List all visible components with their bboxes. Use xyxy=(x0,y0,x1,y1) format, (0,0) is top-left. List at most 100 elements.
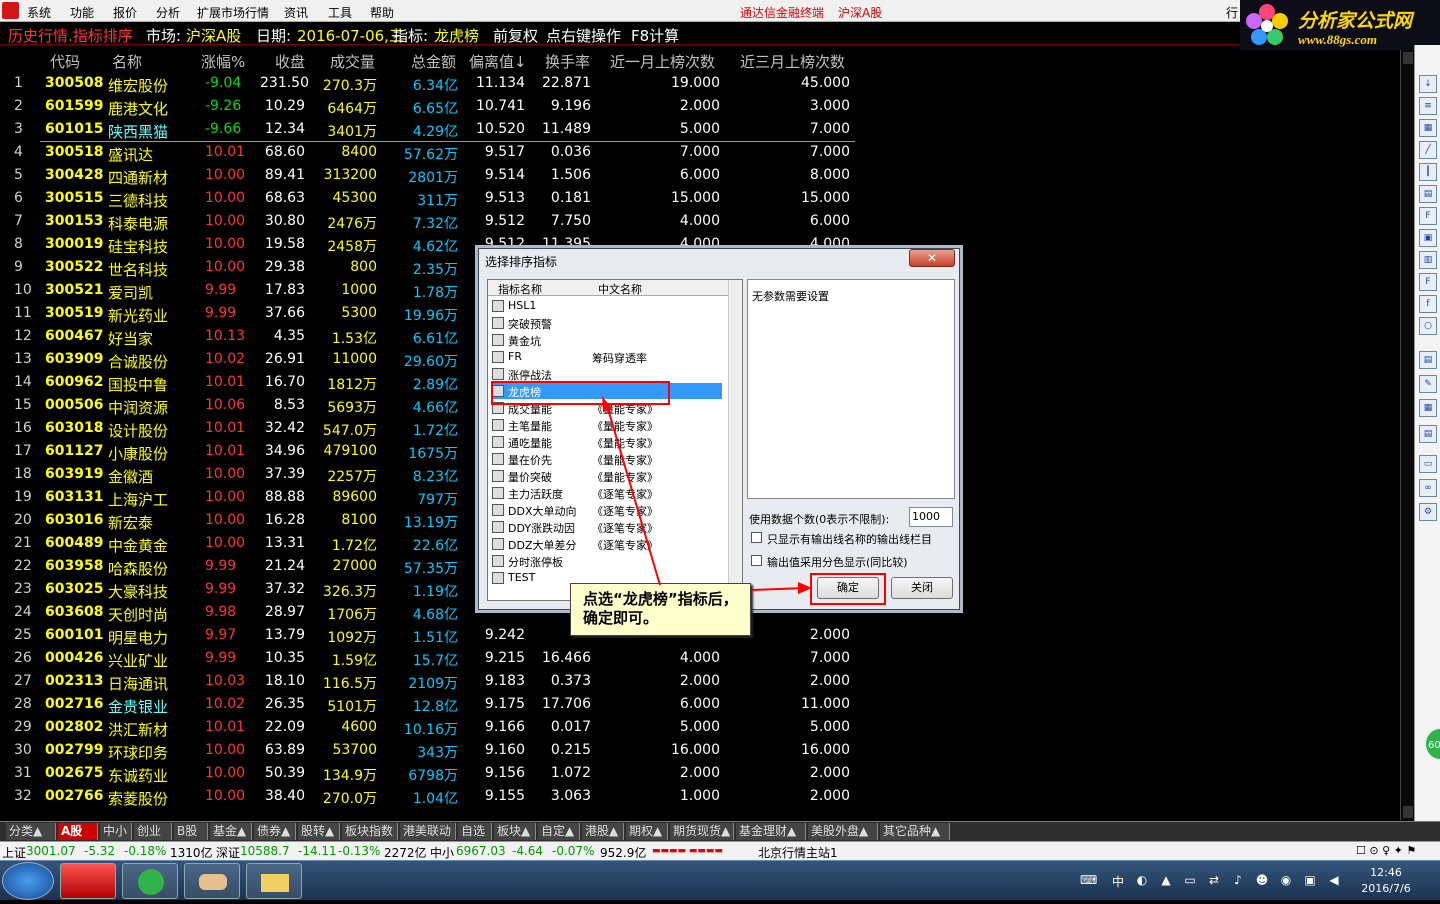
toolbar-box-icon[interactable]: ▣ xyxy=(1419,229,1437,247)
market-tab[interactable]: 其它品种▲ xyxy=(880,823,950,840)
keyboard-icon[interactable]: ⌨ xyxy=(1080,873,1097,889)
col-change-pct[interactable]: 涨幅% xyxy=(201,51,245,72)
tray-device-icon[interactable]: ▭ xyxy=(1182,873,1198,889)
toolbar-folder-icon[interactable]: ▭ xyxy=(1419,455,1437,473)
tray-qq-icon[interactable]: ☻ xyxy=(1254,873,1270,889)
indicator-item[interactable]: DDZ大单差分 《逐笔专家》 xyxy=(492,536,722,552)
toolbar-arrow-icon[interactable]: ↓ xyxy=(1419,75,1437,93)
col-close[interactable]: 收盘 xyxy=(275,51,305,72)
table-row[interactable]: 5 300428 四通新材 10.00 89.41 313200 2801万 9.514 1.5… xyxy=(0,165,860,188)
market-tab[interactable]: 板块▲ xyxy=(494,823,536,840)
menu-info[interactable]: 资讯 xyxy=(284,4,308,21)
market-tab[interactable]: 期货现货▲ xyxy=(670,823,734,840)
menu-system[interactable]: 系统 xyxy=(27,4,51,21)
indicator-item[interactable]: 通吃量能 《量能专家》 xyxy=(492,434,722,450)
market-tab[interactable]: 债券▲ xyxy=(254,823,296,840)
tray-network-icon[interactable]: ⇄ xyxy=(1206,873,1222,889)
ime-indicator[interactable]: 中 xyxy=(1110,873,1126,889)
toolbar-settings-icon[interactable]: ⚙ xyxy=(1419,503,1437,521)
menu-extended-market[interactable]: 扩展市场行情 xyxy=(197,4,269,21)
toolbar-list-icon[interactable]: ≡ xyxy=(1419,97,1437,115)
table-row[interactable]: 32 002766 索菱股份 10.00 38.40 270.0万 1.04亿 9.155 3.… xyxy=(0,786,860,809)
indicator-item[interactable]: DDY涨跌动因 《逐笔专家》 xyxy=(492,519,722,535)
table-row[interactable]: 29 002802 洪汇新材 10.01 22.09 4600 10.16万 9.166 0.0… xyxy=(0,717,860,740)
dialog-close-icon[interactable]: ✕ xyxy=(909,249,955,267)
list-col-cn[interactable]: 中文名称 xyxy=(598,281,642,297)
indicator-item[interactable]: 黄金坑 xyxy=(492,332,722,348)
toolbar-f12-icon[interactable]: F xyxy=(1419,273,1437,291)
toolbar-doc-icon[interactable]: ▤ xyxy=(1419,185,1437,203)
table-row[interactable]: 26 000426 兴业矿业 9.99 10.35 1.59亿 15.7亿 9.215 16.4… xyxy=(0,648,860,671)
close-button[interactable]: 关闭 xyxy=(891,577,953,599)
toolbar-sheet-icon[interactable]: ▦ xyxy=(1419,399,1437,417)
toolbar-circle-icon[interactable]: ○ xyxy=(1419,317,1437,335)
toolbar-grid-icon[interactable]: ▦ xyxy=(1419,119,1437,137)
market-tab[interactable]: 基金理财▲ xyxy=(736,823,806,840)
market-tab[interactable]: 分类▲ xyxy=(6,823,56,840)
tray-speaker-icon[interactable]: ◀ xyxy=(1326,873,1342,889)
indicator-item[interactable]: 主笔量能 《量能专家》 xyxy=(492,417,722,433)
table-row[interactable]: 2 601599 鹿港文化 -9.26 10.29 6464万 6.65亿 10.741 9.1… xyxy=(0,96,860,119)
toolbar-f10-icon[interactable]: F xyxy=(1419,207,1437,225)
menu-help[interactable]: 帮助 xyxy=(370,4,394,21)
market-tab[interactable]: 期权▲ xyxy=(626,823,668,840)
scroll-down-icon[interactable] xyxy=(1403,806,1413,818)
data-count-input[interactable]: 1000 xyxy=(909,507,953,527)
toolbar-table-icon[interactable]: ▤ xyxy=(1419,425,1437,443)
market-tab[interactable]: 美股外盘▲ xyxy=(808,823,878,840)
indicator-item[interactable]: 量价突破 《量能专家》 xyxy=(492,468,722,484)
toolbar-formula-icon[interactable]: f xyxy=(1419,295,1437,313)
table-row[interactable]: 27 002313 日海通讯 10.03 18.10 116.5万 2109万 9.183 0.… xyxy=(0,671,860,694)
indicator-item[interactable]: FR 筹码穿透率 xyxy=(492,349,722,365)
col-amount[interactable]: 总金额 xyxy=(411,51,456,72)
market-tab[interactable]: 自定▲ xyxy=(538,823,580,840)
taskbar-handshake-icon[interactable] xyxy=(184,863,240,899)
toolbar-candle-icon[interactable]: ┃ xyxy=(1419,163,1437,181)
table-row[interactable]: 4 300518 盛讯达 10.01 68.60 8400 57.62万 9.517 0.036… xyxy=(0,142,860,165)
menu-analysis[interactable]: 分析 xyxy=(156,4,180,21)
toolbar-chart-icon[interactable]: ╱ xyxy=(1419,141,1437,159)
market-tab[interactable]: 自选 xyxy=(458,823,492,840)
list-col-name[interactable]: 指标名称 xyxy=(498,281,542,297)
opt2-checkbox[interactable] xyxy=(751,555,762,566)
toolbar-calendar-icon[interactable]: ▥ xyxy=(1419,251,1437,269)
taskbar-tdx-icon[interactable] xyxy=(60,863,116,899)
market-tab[interactable]: 股转▲ xyxy=(298,823,340,840)
table-row[interactable]: 3 601015 陕西黑猫 -9.66 12.34 3401万 4.29亿 10.520 11.… xyxy=(0,119,860,142)
market-tab[interactable]: 港股▲ xyxy=(582,823,624,840)
col-deviation[interactable]: 偏离值↓ xyxy=(469,51,527,72)
taskbar-folder-icon[interactable] xyxy=(246,863,302,899)
indicator-item[interactable]: 突破预警 xyxy=(492,315,722,331)
table-row[interactable]: 28 002716 金贵银业 10.02 26.35 5101万 12.8亿 9.175 17.… xyxy=(0,694,860,717)
tray-volume-icon[interactable]: ♪ xyxy=(1230,873,1246,889)
market-tab[interactable]: 创业 xyxy=(134,823,172,840)
taskbar-clock[interactable]: 12:46 2016/7/6 xyxy=(1356,865,1416,897)
toolbar-link-icon[interactable]: ∞ xyxy=(1419,479,1437,497)
market-tab[interactable]: A股 xyxy=(58,823,98,840)
menu-tools[interactable]: 工具 xyxy=(328,4,352,21)
opt1-checkbox[interactable] xyxy=(751,532,762,543)
table-row[interactable]: 31 002675 东诚药业 10.00 50.39 134.9万 6798万 9.156 1.… xyxy=(0,763,860,786)
table-row[interactable]: 30 002799 环球印务 10.00 63.89 53700 343万 9.160 0.21… xyxy=(0,740,860,763)
indicator-item[interactable]: 涨停战法 xyxy=(492,366,722,382)
toolbar-edit-icon[interactable]: ✎ xyxy=(1419,375,1437,393)
table-row[interactable]: 7 300153 科泰电源 10.00 30.80 2476万 7.32亿 9.512 7.75… xyxy=(0,211,860,234)
col-code[interactable]: 代码 xyxy=(50,51,80,72)
menu-quote[interactable]: 报价 xyxy=(113,4,137,21)
menu-cut-item[interactable]: 行 xyxy=(1226,4,1238,21)
taskbar-browser-icon[interactable] xyxy=(122,863,178,899)
toolbar-report-icon[interactable]: ▤ xyxy=(1419,351,1437,369)
col-volume[interactable]: 成交量 xyxy=(330,51,375,72)
col-month-count[interactable]: 近一月上榜次数 xyxy=(610,51,715,72)
col-turnover[interactable]: 换手率 xyxy=(545,51,590,72)
table-row[interactable]: 6 300515 三德科技 10.00 68.63 45300 311万 9.513 0.181… xyxy=(0,188,860,211)
col-three-month-count[interactable]: 近三月上榜次数 xyxy=(740,51,845,72)
table-scrollbar[interactable] xyxy=(1400,50,1414,820)
scroll-up-icon[interactable] xyxy=(1403,52,1413,64)
table-row[interactable]: 1 300508 维宏股份 -9.04 231.50 270.3万 6.34亿 11.134 2… xyxy=(0,73,860,96)
market-tab[interactable]: 板块指数 xyxy=(342,823,398,840)
tray-shield-icon[interactable]: ▣ xyxy=(1302,873,1318,889)
indicator-item[interactable]: 量在价先 《量能专家》 xyxy=(492,451,722,467)
tray-app-icon[interactable]: ◐ xyxy=(1134,873,1150,889)
menu-function[interactable]: 功能 xyxy=(70,4,94,21)
